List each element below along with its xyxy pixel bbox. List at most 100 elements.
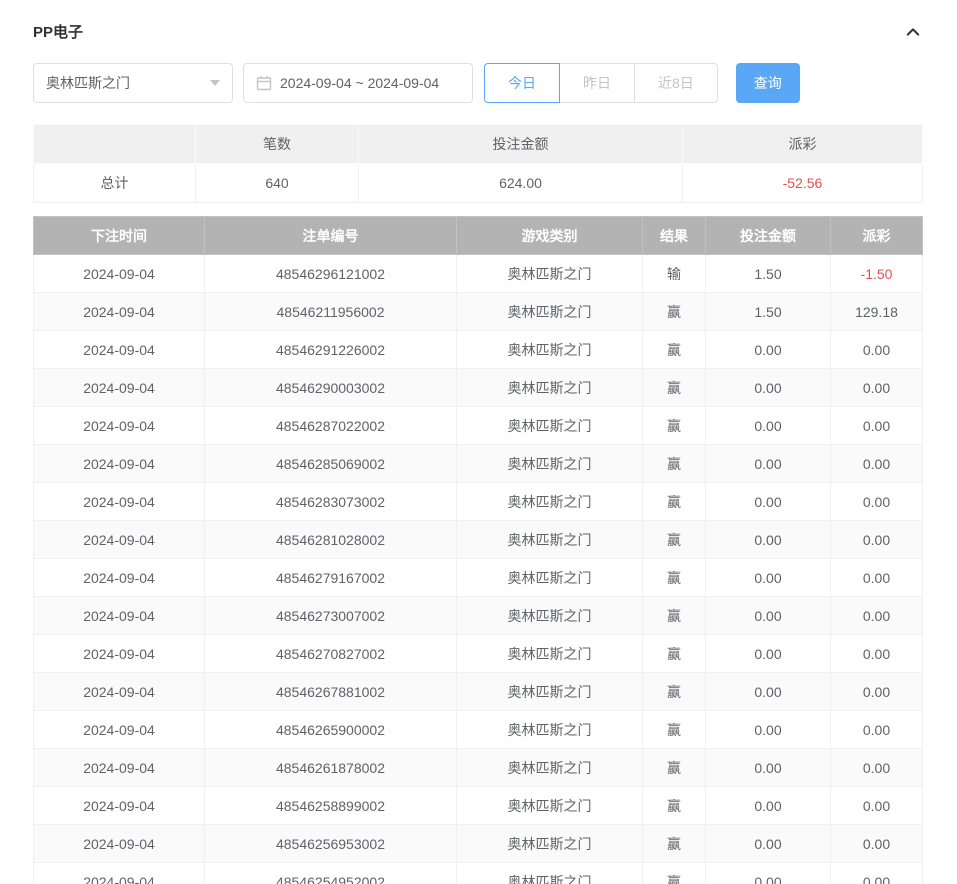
header-payout: 派彩 <box>831 217 923 255</box>
cell-bet-time: 2024-09-04 <box>34 597 205 635</box>
summary-total-count: 640 <box>196 164 359 203</box>
cell-bet-amount: 0.00 <box>706 673 831 711</box>
cell-bet-amount: 0.00 <box>706 407 831 445</box>
cell-order-id: 48546265900002 <box>205 711 457 749</box>
cell-game-type: 奥林匹斯之门 <box>457 559 643 597</box>
cell-result: 赢 <box>643 293 706 331</box>
table-row: 2024-09-0448546261878002奥林匹斯之门赢0.000.00 <box>34 749 923 787</box>
cell-game-type: 奥林匹斯之门 <box>457 863 643 884</box>
cell-bet-amount: 0.00 <box>706 445 831 483</box>
summary-header-blank <box>34 125 196 164</box>
query-button[interactable]: 查询 <box>736 63 800 103</box>
cell-bet-time: 2024-09-04 <box>34 825 205 863</box>
table-row: 2024-09-0448546211956002奥林匹斯之门赢1.50129.1… <box>34 293 923 331</box>
summary-total-payout: -52.56 <box>683 164 923 203</box>
cell-order-id: 48546281028002 <box>205 521 457 559</box>
cell-payout: 0.00 <box>831 369 923 407</box>
table-row: 2024-09-0448546279167002奥林匹斯之门赢0.000.00 <box>34 559 923 597</box>
cell-bet-time: 2024-09-04 <box>34 673 205 711</box>
cell-bet-amount: 0.00 <box>706 749 831 787</box>
cell-bet-time: 2024-09-04 <box>34 369 205 407</box>
cell-order-id: 48546290003002 <box>205 369 457 407</box>
cell-bet-amount: 0.00 <box>706 559 831 597</box>
cell-bet-time: 2024-09-04 <box>34 407 205 445</box>
table-row: 2024-09-0448546285069002奥林匹斯之门赢0.000.00 <box>34 445 923 483</box>
summary-header-bet-amount: 投注金额 <box>359 125 683 164</box>
cell-result: 赢 <box>643 825 706 863</box>
cell-payout: 0.00 <box>831 863 923 884</box>
table-row: 2024-09-0448546254952002奥林匹斯之门赢0.000.00 <box>34 863 923 884</box>
cell-bet-time: 2024-09-04 <box>34 293 205 331</box>
summary-total-label: 总计 <box>34 164 196 203</box>
bet-table-body: 2024-09-0448546296121002奥林匹斯之门输1.50-1.50… <box>34 255 923 884</box>
cell-bet-time: 2024-09-04 <box>34 255 205 293</box>
cell-payout: 0.00 <box>831 445 923 483</box>
cell-payout: 0.00 <box>831 407 923 445</box>
cell-order-id: 48546254952002 <box>205 863 457 884</box>
date-range-input[interactable]: 2024-09-04 ~ 2024-09-04 <box>243 63 473 103</box>
cell-result: 赢 <box>643 369 706 407</box>
cell-result: 赢 <box>643 521 706 559</box>
cell-order-id: 48546270827002 <box>205 635 457 673</box>
cell-result: 赢 <box>643 559 706 597</box>
table-row: 2024-09-0448546296121002奥林匹斯之门输1.50-1.50 <box>34 255 923 293</box>
table-row: 2024-09-0448546258899002奥林匹斯之门赢0.000.00 <box>34 787 923 825</box>
cell-bet-time: 2024-09-04 <box>34 331 205 369</box>
summary-total-bet-amount: 624.00 <box>359 164 683 203</box>
cell-game-type: 奥林匹斯之门 <box>457 673 643 711</box>
collapse-button[interactable] <box>904 23 922 41</box>
cell-game-type: 奥林匹斯之门 <box>457 635 643 673</box>
cell-bet-amount: 0.00 <box>706 863 831 884</box>
cell-payout: 0.00 <box>831 521 923 559</box>
cell-bet-time: 2024-09-04 <box>34 559 205 597</box>
today-button[interactable]: 今日 <box>484 63 560 103</box>
calendar-icon <box>256 75 272 91</box>
cell-bet-amount: 0.00 <box>706 711 831 749</box>
cell-payout: 0.00 <box>831 597 923 635</box>
cell-order-id: 48546256953002 <box>205 825 457 863</box>
cell-result: 赢 <box>643 597 706 635</box>
header-result: 结果 <box>643 217 706 255</box>
cell-order-id: 48546291226002 <box>205 331 457 369</box>
cell-result: 赢 <box>643 711 706 749</box>
cell-result: 赢 <box>643 863 706 884</box>
cell-game-type: 奥林匹斯之门 <box>457 293 643 331</box>
header-order-id: 注单编号 <box>205 217 457 255</box>
cell-game-type: 奥林匹斯之门 <box>457 787 643 825</box>
cell-order-id: 48546279167002 <box>205 559 457 597</box>
cell-game-type: 奥林匹斯之门 <box>457 369 643 407</box>
cell-bet-amount: 0.00 <box>706 369 831 407</box>
table-row: 2024-09-0448546270827002奥林匹斯之门赢0.000.00 <box>34 635 923 673</box>
table-row: 2024-09-0448546265900002奥林匹斯之门赢0.000.00 <box>34 711 923 749</box>
cell-result: 赢 <box>643 331 706 369</box>
cell-order-id: 48546283073002 <box>205 483 457 521</box>
chevron-down-icon <box>210 80 220 86</box>
cell-game-type: 奥林匹斯之门 <box>457 521 643 559</box>
last-8-days-button[interactable]: 近8日 <box>634 63 718 103</box>
page-title: PP电子 <box>33 21 83 42</box>
table-row: 2024-09-0448546281028002奥林匹斯之门赢0.000.00 <box>34 521 923 559</box>
table-row: 2024-09-0448546273007002奥林匹斯之门赢0.000.00 <box>34 597 923 635</box>
cell-result: 赢 <box>643 787 706 825</box>
header-bet-time: 下注时间 <box>34 217 205 255</box>
cell-game-type: 奥林匹斯之门 <box>457 597 643 635</box>
cell-bet-amount: 1.50 <box>706 293 831 331</box>
cell-payout: 0.00 <box>831 711 923 749</box>
cell-payout: 0.00 <box>831 673 923 711</box>
game-select[interactable]: 奥林匹斯之门 <box>33 63 233 103</box>
cell-order-id: 48546287022002 <box>205 407 457 445</box>
cell-bet-amount: 0.00 <box>706 597 831 635</box>
cell-payout: 0.00 <box>831 559 923 597</box>
cell-bet-amount: 0.00 <box>706 483 831 521</box>
cell-game-type: 奥林匹斯之门 <box>457 749 643 787</box>
yesterday-button[interactable]: 昨日 <box>559 63 635 103</box>
cell-payout: 129.18 <box>831 293 923 331</box>
quick-date-button-group: 今日 昨日 近8日 <box>484 63 718 103</box>
cell-result: 输 <box>643 255 706 293</box>
cell-result: 赢 <box>643 635 706 673</box>
cell-game-type: 奥林匹斯之门 <box>457 407 643 445</box>
summary-header-row: 笔数 投注金额 派彩 <box>34 125 923 164</box>
cell-bet-amount: 0.00 <box>706 331 831 369</box>
cell-game-type: 奥林匹斯之门 <box>457 445 643 483</box>
cell-game-type: 奥林匹斯之门 <box>457 331 643 369</box>
